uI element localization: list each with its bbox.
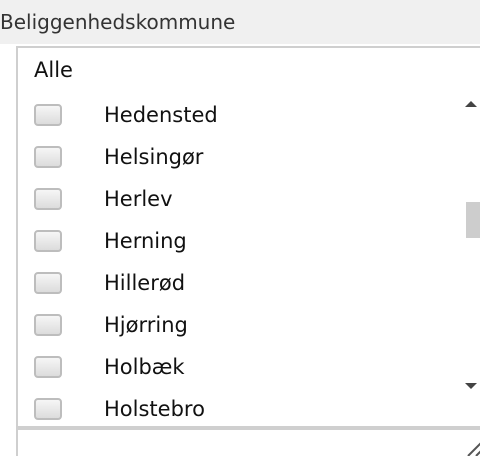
list-item[interactable]: Helsingør [18,136,448,178]
list-item[interactable]: Hillerød [18,262,448,304]
list-item-label: Hedensted [104,103,218,127]
checkbox[interactable] [34,188,62,210]
list-item-label: Helsingør [104,145,204,169]
list-item[interactable]: Herlev [18,178,448,220]
arrow-up-icon[interactable] [456,92,480,116]
arrow-down-icon[interactable] [456,374,480,398]
list-item-label: Hillerød [104,271,186,295]
scrollbar-thumb[interactable] [466,202,480,238]
list-item[interactable]: Herning [18,220,448,262]
list-item[interactable]: Hjørring [18,304,448,346]
list-item-label: Holbæk [104,355,185,379]
municipality-list[interactable]: Hedensted Helsingør Herlev Herning Hille… [16,92,480,428]
list-item-label: Herlev [104,187,173,211]
checkbox[interactable] [34,104,62,126]
list-item[interactable]: Holstebro [18,388,448,426]
list-item-label: Hjørring [104,313,188,337]
list-item-label: Herning [104,229,187,253]
checkbox[interactable] [34,146,62,168]
checkbox[interactable] [34,398,62,420]
checkbox[interactable] [34,314,62,336]
filter-select[interactable]: Alle [16,46,480,94]
filter-value: Alle [34,58,73,82]
field-label: Beliggenhedskommune [0,0,480,44]
list-item-label: Holstebro [104,397,205,421]
resize-grip-icon[interactable] [460,430,480,456]
vertical-scrollbar[interactable] [456,92,480,426]
checkbox[interactable] [34,272,62,294]
list-item[interactable]: Holbæk [18,346,448,388]
list-item[interactable]: Hedensted [18,94,448,136]
checkbox[interactable] [34,230,62,252]
list-footer [16,428,480,456]
checkbox[interactable] [34,356,62,378]
